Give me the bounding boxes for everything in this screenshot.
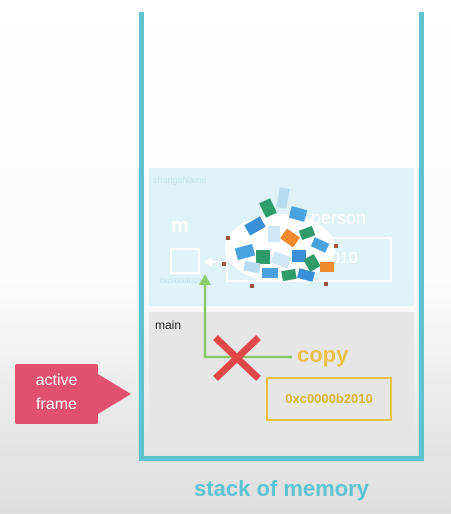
garbage-pile-icon: [222, 187, 338, 288]
pointer-arrow-icon: [199, 274, 292, 359]
diagram-overlay: [199, 187, 338, 381]
